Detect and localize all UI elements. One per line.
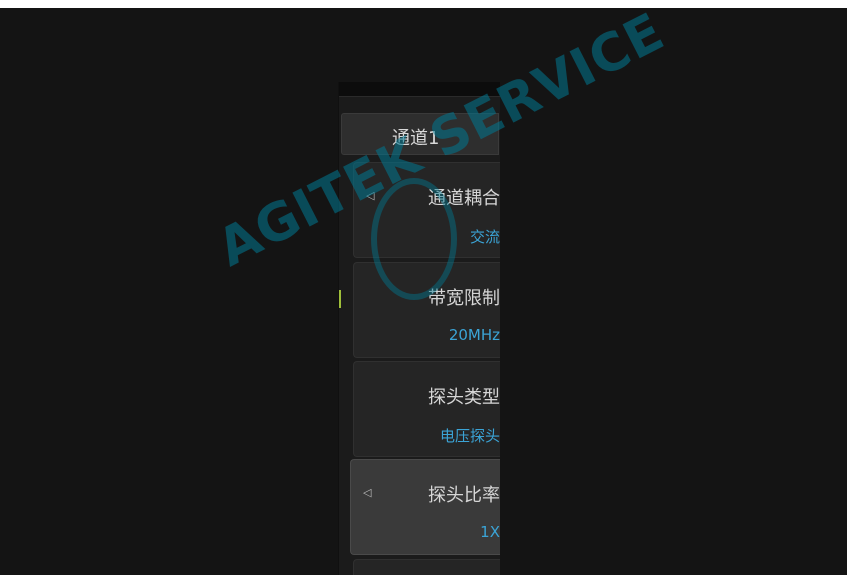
menu-item-label: 探头类型 bbox=[428, 387, 500, 408]
triangle-left-icon: ◁ bbox=[366, 189, 375, 202]
menu-item-label: 探头比率 bbox=[428, 485, 500, 506]
menu-item-value: 交流 bbox=[469, 228, 500, 246]
menu-title: 通道1 bbox=[392, 128, 440, 149]
menu-item-channel-coupling[interactable]: ◁ 通道耦合 交流 bbox=[353, 162, 500, 258]
menu-item-value: 20MHz bbox=[448, 326, 500, 344]
menu-top-bar bbox=[339, 82, 500, 97]
menu-item-probe-type[interactable]: 探头类型 电压探头 bbox=[353, 361, 500, 457]
channel-menu-panel: 通道1 ◁ 通道耦合 交流 带宽限制 20MHz 探头类型 电压探头 ◁ 探头比… bbox=[338, 82, 500, 575]
menu-item-bandwidth-limit[interactable]: 带宽限制 20MHz bbox=[353, 262, 500, 358]
selection-indicator bbox=[339, 290, 341, 308]
menu-item-next[interactable] bbox=[353, 559, 500, 575]
menu-item-probe-ratio[interactable]: ◁ 探头比率 1X bbox=[350, 459, 500, 555]
menu-item-value: 1X bbox=[480, 523, 500, 541]
menu-title-bar: 通道1 bbox=[341, 113, 499, 155]
triangle-left-icon: ◁ bbox=[363, 486, 372, 499]
menu-item-label: 通道耦合 bbox=[428, 188, 500, 209]
menu-item-value: 电压探头 bbox=[439, 427, 500, 445]
menu-item-label: 带宽限制 bbox=[428, 288, 500, 309]
